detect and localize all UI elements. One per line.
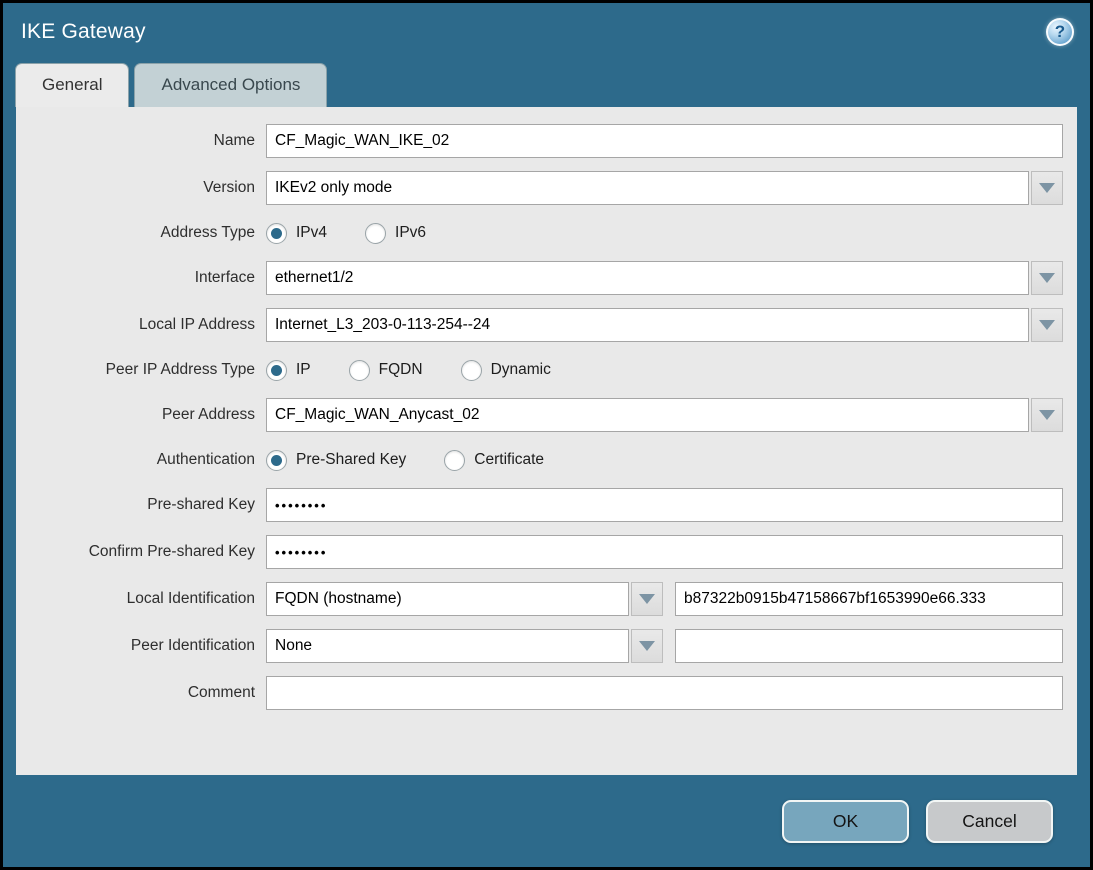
radio-icon	[461, 360, 482, 381]
psk-label: Pre-shared Key	[16, 496, 266, 514]
peer-type-row: Peer IP Address Type IP FQDN Dynamic	[16, 355, 1063, 385]
version-label: Version	[16, 179, 266, 197]
radio-icon	[266, 223, 287, 244]
authentication-label: Authentication	[16, 451, 266, 469]
local-ip-select[interactable]: Internet_L3_203-0-113-254--24	[266, 308, 1029, 342]
ike-gateway-dialog: IKE Gateway ? General Advanced Options N…	[0, 0, 1093, 870]
dialog-footer: OK Cancel	[3, 775, 1090, 867]
radio-icon	[349, 360, 370, 381]
psk-input[interactable]: ••••••••	[266, 488, 1063, 522]
local-id-type-select[interactable]: FQDN (hostname)	[266, 582, 629, 616]
chevron-down-icon	[1039, 410, 1055, 420]
address-type-row: Address Type IPv4 IPv6	[16, 218, 1063, 248]
cancel-button[interactable]: Cancel	[926, 800, 1053, 843]
local-id-row: Local Identification FQDN (hostname) b87…	[16, 582, 1063, 616]
help-icon[interactable]: ?	[1046, 18, 1074, 46]
local-ip-label: Local IP Address	[16, 316, 266, 334]
radio-option-dynamic[interactable]: Dynamic	[461, 360, 551, 381]
authentication-radio-group: Pre-Shared Key Certificate	[266, 445, 544, 475]
dialog-titlebar: IKE Gateway ?	[3, 3, 1090, 59]
general-tab-panel: Name CF_Magic_WAN_IKE_02 Version IKEv2 o…	[16, 107, 1077, 775]
address-type-radio-group: IPv4 IPv6	[266, 218, 426, 248]
radio-icon	[365, 223, 386, 244]
peer-id-value-input[interactable]	[675, 629, 1063, 663]
version-select[interactable]: IKEv2 only mode	[266, 171, 1029, 205]
tab-general[interactable]: General	[15, 63, 129, 107]
chevron-down-icon	[639, 594, 655, 604]
peer-type-radio-group: IP FQDN Dynamic	[266, 355, 551, 385]
local-ip-dropdown-button[interactable]	[1031, 308, 1063, 342]
local-id-label: Local Identification	[16, 590, 266, 608]
radio-option-pre-shared-key[interactable]: Pre-Shared Key	[266, 450, 406, 471]
local-id-value-input[interactable]: b87322b0915b47158667bf1653990e66.333	[675, 582, 1063, 616]
name-row: Name CF_Magic_WAN_IKE_02	[16, 124, 1063, 158]
confirm-psk-input[interactable]: ••••••••	[266, 535, 1063, 569]
comment-input[interactable]	[266, 676, 1063, 710]
peer-address-label: Peer Address	[16, 406, 266, 424]
radio-option-fqdn[interactable]: FQDN	[349, 360, 423, 381]
dialog-title: IKE Gateway	[21, 20, 146, 44]
psk-row: Pre-shared Key ••••••••	[16, 488, 1063, 522]
name-input[interactable]: CF_Magic_WAN_IKE_02	[266, 124, 1063, 158]
peer-id-type-select[interactable]: None	[266, 629, 629, 663]
confirm-psk-label: Confirm Pre-shared Key	[16, 543, 266, 561]
authentication-row: Authentication Pre-Shared Key Certificat…	[16, 445, 1063, 475]
radio-icon	[266, 450, 287, 471]
ok-button[interactable]: OK	[782, 800, 909, 843]
name-label: Name	[16, 132, 266, 150]
peer-type-label: Peer IP Address Type	[16, 361, 266, 379]
peer-id-dropdown-button[interactable]	[631, 629, 663, 663]
chevron-down-icon	[639, 641, 655, 651]
version-row: Version IKEv2 only mode	[16, 171, 1063, 205]
interface-select[interactable]: ethernet1/2	[266, 261, 1029, 295]
chevron-down-icon	[1039, 273, 1055, 283]
peer-address-select[interactable]: CF_Magic_WAN_Anycast_02	[266, 398, 1029, 432]
chevron-down-icon	[1039, 183, 1055, 193]
peer-id-row: Peer Identification None	[16, 629, 1063, 663]
interface-dropdown-button[interactable]	[1031, 261, 1063, 295]
tab-bar: General Advanced Options	[3, 59, 1090, 107]
peer-id-label: Peer Identification	[16, 637, 266, 655]
local-ip-row: Local IP Address Internet_L3_203-0-113-2…	[16, 308, 1063, 342]
interface-row: Interface ethernet1/2	[16, 261, 1063, 295]
tab-advanced-options[interactable]: Advanced Options	[134, 63, 327, 107]
comment-row: Comment	[16, 676, 1063, 710]
address-type-label: Address Type	[16, 224, 266, 242]
local-id-dropdown-button[interactable]	[631, 582, 663, 616]
radio-option-certificate[interactable]: Certificate	[444, 450, 544, 471]
comment-label: Comment	[16, 684, 266, 702]
radio-icon	[444, 450, 465, 471]
peer-address-row: Peer Address CF_Magic_WAN_Anycast_02	[16, 398, 1063, 432]
peer-address-dropdown-button[interactable]	[1031, 398, 1063, 432]
confirm-psk-row: Confirm Pre-shared Key ••••••••	[16, 535, 1063, 569]
radio-option-ipv6[interactable]: IPv6	[365, 223, 426, 244]
radio-option-ipv4[interactable]: IPv4	[266, 223, 327, 244]
interface-label: Interface	[16, 269, 266, 287]
radio-icon	[266, 360, 287, 381]
chevron-down-icon	[1039, 320, 1055, 330]
radio-option-ip[interactable]: IP	[266, 360, 311, 381]
version-dropdown-button[interactable]	[1031, 171, 1063, 205]
